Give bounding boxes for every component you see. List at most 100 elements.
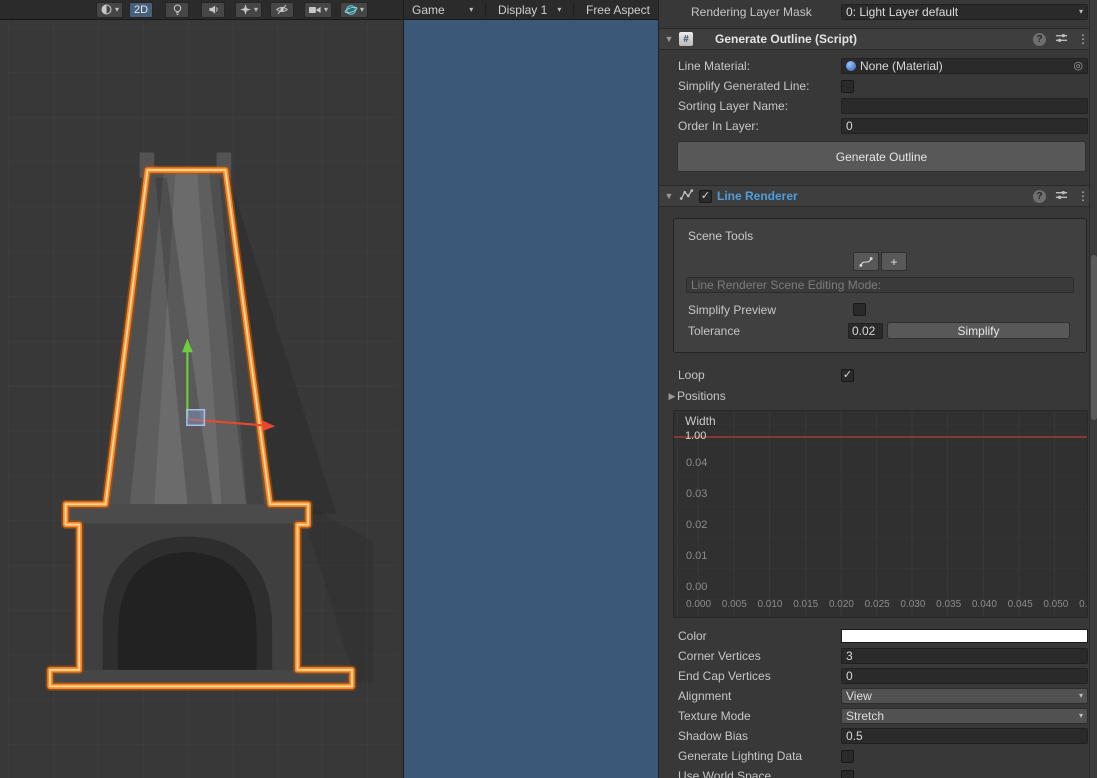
- scene-effects-button[interactable]: ▾: [235, 1, 263, 18]
- scene-view-canvas[interactable]: [0, 20, 403, 778]
- width-x-tick: 0.010: [757, 599, 783, 610]
- scene-visibility-button[interactable]: [270, 1, 295, 18]
- kebab-menu-icon[interactable]: ⋮: [1077, 189, 1089, 203]
- chevron-down-icon: ▾: [1078, 711, 1083, 720]
- gizmos-button[interactable]: ▾: [340, 1, 369, 18]
- scene-svg: [5, 20, 398, 778]
- corner-vertices-input[interactable]: 3: [841, 648, 1088, 664]
- color-row: Color: [659, 626, 1097, 646]
- line-renderer-enabled-checkbox[interactable]: ✓: [699, 189, 712, 203]
- simplify-preview-label: Simplify Preview: [688, 302, 777, 317]
- chevron-down-icon: ▾: [557, 4, 562, 14]
- scene-panel: ▾ 2D ▾ ▾ ▾: [0, 0, 403, 778]
- width-x-tick: 0.015: [793, 599, 819, 610]
- aspect-dropdown[interactable]: Free Aspect: [578, 0, 658, 19]
- presets-icon[interactable]: [1055, 32, 1068, 47]
- help-icon[interactable]: ?: [1033, 32, 1046, 46]
- tolerance-input[interactable]: 0.02: [848, 322, 883, 339]
- order-in-layer-row: Order In Layer: 0: [659, 116, 1097, 136]
- game-view-canvas[interactable]: [404, 20, 658, 778]
- width-curve-editor[interactable]: Width 1.00 0.04 0.03 0.02 0.01 0.00 0.00…: [673, 410, 1088, 618]
- shadow-bias-input[interactable]: 0.5: [841, 728, 1088, 744]
- chevron-down-icon: ▾: [469, 4, 474, 14]
- width-y-tick: 0.00: [686, 581, 708, 593]
- presets-icon[interactable]: [1055, 189, 1068, 204]
- rendering-layer-mask-value: 0: Light Layer default: [846, 4, 959, 19]
- display-label: Display 1: [497, 2, 548, 17]
- color-swatch[interactable]: [841, 629, 1088, 643]
- width-y-tick: 0.04: [686, 457, 708, 469]
- game-panel: Game ▾ Display 1 ▾ Free Aspect: [403, 0, 658, 778]
- scene-camera-button[interactable]: ▾: [304, 1, 333, 18]
- simplify-button-label: Simplify: [957, 323, 1000, 338]
- shading-mode-button[interactable]: ▾: [96, 1, 124, 18]
- positions-row[interactable]: ▶ Positions: [659, 387, 1097, 405]
- alignment-label: Alignment: [678, 689, 732, 703]
- corner-vertices-row: Corner Vertices 3: [659, 646, 1097, 666]
- end-cap-vertices-input[interactable]: 0: [841, 668, 1088, 684]
- scene-editing-mode-field[interactable]: Line Renderer Scene Editing Mode:: [686, 277, 1074, 293]
- simplify-generated-line-label: Simplify Generated Line:: [678, 79, 810, 93]
- game-toolbar: Game ▾ Display 1 ▾ Free Aspect: [404, 0, 658, 20]
- alignment-dropdown[interactable]: View ▾: [841, 688, 1088, 704]
- line-material-object-field[interactable]: None (Material) ◎: [841, 58, 1088, 74]
- foldout-closed-icon[interactable]: ▶: [667, 391, 677, 402]
- use-world-space-row: Use World Space: [659, 766, 1097, 778]
- foldout-open-icon[interactable]: ▼: [664, 34, 674, 44]
- object-picker-icon[interactable]: ◎: [1073, 59, 1083, 73]
- simplify-button[interactable]: Simplify: [887, 322, 1070, 339]
- generate-outline-button[interactable]: Generate Outline: [677, 141, 1086, 172]
- scene-tools-buttons: +: [674, 252, 1086, 271]
- scene-lighting-button[interactable]: [165, 1, 190, 18]
- scene-tools-groupbox: Scene Tools + Line Renderer Scene Editin…: [673, 218, 1087, 353]
- game-menu-label: Game: [412, 2, 445, 17]
- line-renderer-header[interactable]: ▼ ✓ Line Renderer ? ⋮: [659, 185, 1097, 207]
- scene-audio-button[interactable]: [201, 1, 226, 18]
- generate-lighting-data-row: Generate Lighting Data: [659, 746, 1097, 766]
- edit-points-tool-button[interactable]: [853, 252, 879, 271]
- 2d-mode-button[interactable]: 2D: [129, 1, 154, 18]
- rendering-layer-mask-dropdown[interactable]: 0: Light Layer default ▾: [841, 4, 1088, 20]
- use-world-space-checkbox[interactable]: [841, 769, 854, 778]
- chevron-down-icon: ▾: [1078, 7, 1083, 16]
- texture-mode-dropdown[interactable]: Stretch ▾: [841, 708, 1088, 724]
- width-x-tick: 0.020: [828, 599, 854, 610]
- loop-row: Loop ✓: [659, 365, 1097, 385]
- width-x-tick: 0.030: [900, 599, 926, 610]
- add-points-tool-button[interactable]: +: [881, 252, 907, 271]
- width-x-tick: 0.000: [686, 599, 712, 610]
- simplify-preview-row: Simplify Preview: [674, 300, 1086, 319]
- chevron-down-icon: ▾: [360, 4, 365, 14]
- width-x-tick: 0.005: [721, 599, 747, 610]
- simplify-preview-checkbox[interactable]: [853, 303, 866, 316]
- loop-checkbox[interactable]: ✓: [841, 368, 854, 382]
- generate-lighting-data-checkbox[interactable]: [841, 749, 854, 763]
- display-dropdown[interactable]: Display 1 ▾: [490, 0, 569, 19]
- tolerance-value: 0.02: [852, 323, 876, 338]
- gizmo-plane-handle[interactable]: [186, 408, 206, 427]
- width-grid: [674, 411, 1087, 617]
- texture-mode-label: Texture Mode: [678, 709, 751, 723]
- line-material-label: Line Material:: [678, 59, 751, 73]
- foldout-open-icon[interactable]: ▼: [664, 191, 674, 201]
- kebab-menu-icon[interactable]: ⋮: [1077, 32, 1089, 46]
- generate-outline-header[interactable]: ▼ # Generate Outline (Script) ? ⋮: [659, 28, 1097, 50]
- end-cap-vertices-row: End Cap Vertices 0: [659, 666, 1097, 686]
- light-bulb-icon: [171, 3, 184, 16]
- scene-tools-title: Scene Tools: [688, 229, 754, 243]
- simplify-generated-line-row: Simplify Generated Line:: [659, 76, 1097, 96]
- sorting-layer-name-input[interactable]: [841, 98, 1088, 114]
- width-x-tick: 0.040: [971, 599, 997, 610]
- order-in-layer-input[interactable]: 0: [841, 118, 1088, 134]
- game-menu-dropdown[interactable]: Game ▾: [404, 0, 481, 19]
- width-x-axis: 0.000 0.005 0.010 0.015 0.020 0.025 0.03…: [686, 599, 1087, 610]
- width-curve-line[interactable]: [674, 436, 1087, 438]
- width-y-tick: 0.03: [686, 488, 708, 500]
- end-cap-vertices-value: 0: [846, 668, 853, 683]
- corner-vertices-label: Corner Vertices: [678, 649, 761, 663]
- inspector-scrollbar-thumb[interactable]: [1091, 255, 1097, 420]
- inspector-scrollbar[interactable]: [1089, 0, 1097, 778]
- simplify-generated-line-checkbox[interactable]: [841, 79, 854, 93]
- help-icon[interactable]: ?: [1033, 189, 1046, 203]
- width-x-tick: 0.045: [1007, 599, 1033, 610]
